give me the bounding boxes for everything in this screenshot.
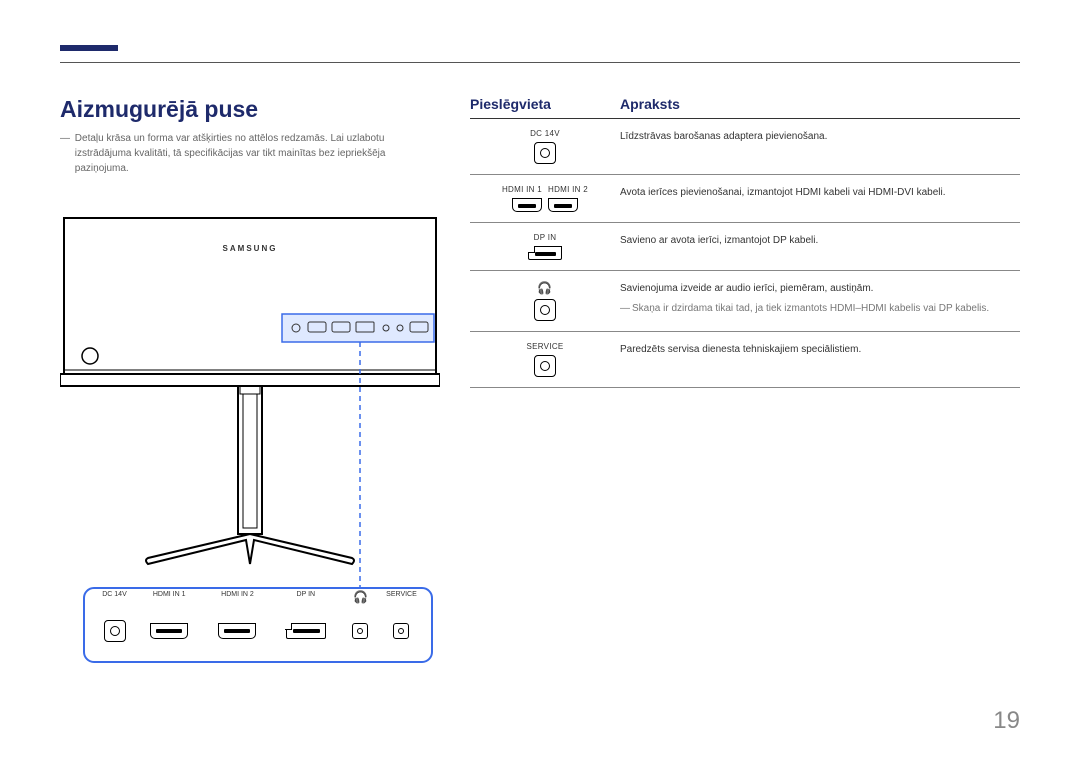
zoom-icon-headphone: [340, 623, 381, 639]
zoom-label-service: SERVICE: [381, 591, 422, 606]
table-header-desc: Apraksts: [620, 96, 1020, 112]
desc-service: Paredzēts servisa dienesta tehniskajiem …: [620, 340, 1020, 358]
port-icon-headphone: [534, 299, 556, 321]
subnote-text: Skaņa ir dzirdama tikai tad, ja tiek izm…: [632, 303, 989, 314]
port-cell-headphone: 🎧: [470, 279, 620, 321]
note-dash: ―: [60, 131, 72, 146]
zoom-label-dp: DP IN: [272, 591, 340, 606]
table-row-service: SERVICE Paredzēts servisa dienesta tehni…: [470, 332, 1020, 388]
left-column: Aizmugurējā puse ― Detaļu krāsa un forma…: [60, 96, 440, 574]
zoom-label-headphone: 🎧: [340, 591, 381, 606]
desc-hdmi: Avota ierīces pievienošanai, izmantojot …: [620, 183, 1020, 201]
table-header: Pieslēgvieta Apraksts: [470, 96, 1020, 119]
table-row-headphone: 🎧 Savienojuma izveide ar audio ierīci, p…: [470, 271, 1020, 332]
port-label-dc: DC 14V: [530, 129, 560, 138]
port-label-hdmi2: HDMI IN 2: [548, 185, 588, 194]
zoom-icon-hdmi2: [203, 623, 271, 639]
table-row-hdmi: HDMI IN 1 HDMI IN 2 Avota ierīces pievie…: [470, 175, 1020, 223]
port-icon-dc: [534, 142, 556, 164]
zoom-icons-row: [84, 606, 432, 662]
desc-dc: Līdzstrāvas barošanas adaptera pievienoš…: [620, 127, 1020, 145]
port-cell-dc: DC 14V: [470, 127, 620, 164]
desc-headphone: Savienojuma izveide ar audio ierīci, pie…: [620, 279, 1020, 317]
zoom-icon-dp: [272, 623, 340, 639]
zoom-label-hdmi2: HDMI IN 2: [203, 591, 271, 606]
port-icon-dp: [528, 246, 562, 260]
section-title: Aizmugurējā puse: [60, 96, 440, 123]
table-row-dp: DP IN Savieno ar avota ierīci, izmantojo…: [470, 223, 1020, 271]
zoom-panel: DC 14V HDMI IN 1 HDMI IN 2 DP IN 🎧 SERVI…: [84, 588, 432, 662]
port-label-dp: DP IN: [534, 233, 557, 242]
top-divider: [60, 62, 1020, 63]
monitor-rear-diagram: SAMSUNG DC 14V HDMI IN 1 HDMI IN 2 DP IN…: [60, 194, 440, 574]
desc-dp: Savieno ar avota ierīci, izmantojot DP k…: [620, 231, 1020, 249]
port-cell-dp: DP IN: [470, 231, 620, 260]
port-cell-service: SERVICE: [470, 340, 620, 377]
headphone-icon: 🎧: [537, 281, 552, 295]
intro-note-text: Detaļu krāsa un forma var atšķirties no …: [75, 131, 439, 176]
zoom-icon-service: [381, 623, 422, 639]
port-cell-hdmi: HDMI IN 1 HDMI IN 2: [470, 183, 620, 212]
brand-text: SAMSUNG: [60, 244, 440, 253]
right-column: Pieslēgvieta Apraksts DC 14V Līdzstrāvas…: [470, 96, 1020, 574]
port-label-service: SERVICE: [526, 342, 563, 351]
zoom-icon-dc: [94, 620, 135, 642]
zoom-label-hdmi1: HDMI IN 1: [135, 591, 203, 606]
desc-headphone-note: ―Skaņa ir dzirdama tikai tad, ja tiek iz…: [620, 301, 1020, 317]
port-icon-hdmi: [512, 198, 578, 212]
zoom-label-dc: DC 14V: [94, 591, 135, 606]
content-area: Aizmugurējā puse ― Detaļu krāsa un forma…: [60, 96, 1020, 574]
port-label-hdmi: HDMI IN 1 HDMI IN 2: [502, 185, 588, 194]
zoom-labels-row: DC 14V HDMI IN 1 HDMI IN 2 DP IN 🎧 SERVI…: [84, 588, 432, 606]
document-page: Aizmugurējā puse ― Detaļu krāsa un forma…: [0, 0, 1080, 763]
port-icon-service: [534, 355, 556, 377]
accent-bar: [60, 45, 118, 51]
intro-note: ― Detaļu krāsa un forma var atšķirties n…: [60, 131, 440, 176]
table-row-dc: DC 14V Līdzstrāvas barošanas adaptera pi…: [470, 119, 1020, 175]
desc-headphone-text: Savienojuma izveide ar audio ierīci, pie…: [620, 281, 1020, 297]
page-number: 19: [993, 707, 1020, 735]
table-header-port: Pieslēgvieta: [470, 96, 620, 112]
port-label-hdmi1: HDMI IN 1: [502, 185, 542, 194]
zoom-icon-hdmi1: [135, 623, 203, 639]
subnote-dash: ―: [620, 301, 632, 317]
